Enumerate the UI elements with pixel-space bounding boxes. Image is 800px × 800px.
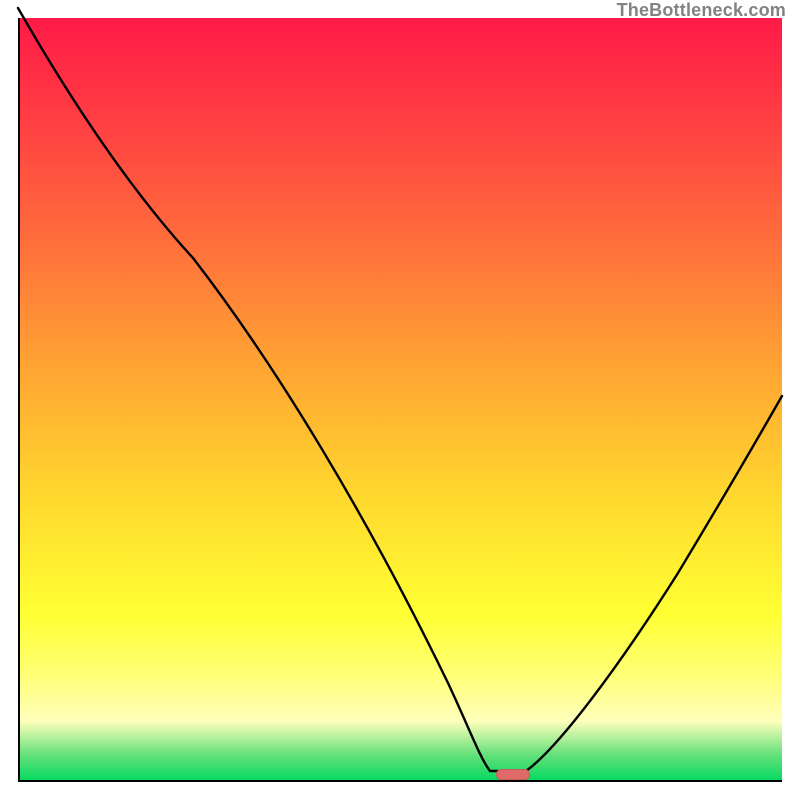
watermark-text: TheBottleneck.com <box>617 0 786 21</box>
bottleneck-curve <box>18 18 782 782</box>
curve-path <box>18 8 782 771</box>
chart-stage: TheBottleneck.com <box>0 0 800 800</box>
optimal-marker <box>496 769 530 780</box>
